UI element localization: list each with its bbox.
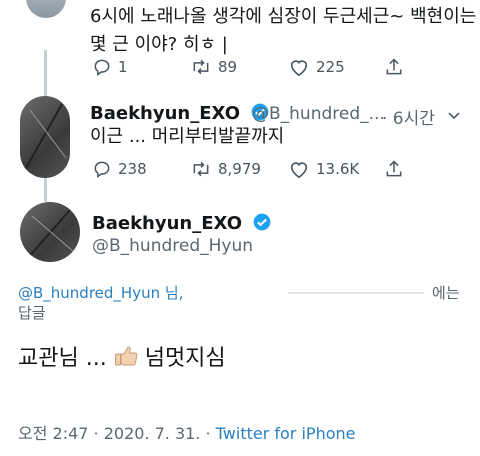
like-count: 13.6K (316, 160, 360, 178)
main-text-before: 교관님 ... (18, 346, 107, 371)
reply-button[interactable]: 1 (92, 57, 128, 77)
reply-button[interactable]: 238 (92, 159, 147, 179)
like-icon (290, 162, 308, 179)
main-handle[interactable]: @B_hundred_Hyun (92, 236, 253, 256)
reply-count: 1 (118, 58, 128, 76)
reply-to-link[interactable]: @B_hundred_Hyun 님, (18, 282, 183, 303)
timestamp: 오전 2:47 · 2020. 7. 31. · (18, 424, 216, 443)
share-icon (386, 160, 402, 177)
reply-count: 238 (118, 160, 147, 178)
like-button[interactable]: 13.6K (288, 159, 359, 179)
tweet-meta: 오전 2:47 · 2020. 7. 31. · Twitter for iPh… (18, 420, 355, 444)
retweet-icon (193, 59, 209, 75)
share-button[interactable] (384, 57, 404, 77)
tweet1-text-line2: 몇 근 이야? 히ㅎ | (90, 34, 228, 55)
thread-line-middle (44, 178, 47, 202)
avatar-image (27, 209, 75, 259)
main-display-name[interactable]: Baekhyun_EXO (92, 212, 272, 234)
share-icon (386, 58, 402, 75)
reply-label: 답글 (18, 304, 46, 322)
main-text-after: 넘멋지심 (144, 346, 226, 371)
retweet-icon (193, 161, 209, 177)
tweet2-time: · 6시간 (382, 109, 435, 129)
tweet1-text-line1: 6시에 노래나올 생각에 심장이 두근세근~ 백현이는 (90, 6, 477, 27)
thumbs-up-emoji (114, 346, 138, 366)
retweet-count: 89 (218, 58, 238, 76)
retweet-button[interactable]: 8,979 (190, 159, 261, 179)
main-tweet-text: 교관님 ... 넘멋지심 (18, 340, 226, 372)
like-count: 225 (316, 58, 345, 76)
tweet2-handle[interactable]: @B_hundred_... (252, 104, 385, 124)
reply-to-suffix: 에는 (432, 284, 460, 302)
verified-icon (254, 213, 271, 231)
source-link[interactable]: Twitter for iPhone (216, 424, 356, 443)
retweet-count: 8,979 (218, 160, 261, 178)
avatar-tweet1[interactable] (26, 0, 66, 18)
chevron-down-icon[interactable] (446, 108, 462, 124)
reply-icon (94, 161, 110, 178)
tweet1-actions: 1 89 225 (0, 56, 480, 78)
redacted-mention (288, 292, 424, 294)
tweet2-display-name[interactable]: Baekhyun_EXO (90, 102, 270, 124)
reply-icon (94, 59, 110, 76)
like-icon (290, 60, 308, 77)
tweet2-actions: 238 8,979 13.6K (0, 158, 480, 180)
like-button[interactable]: 225 (288, 57, 345, 77)
avatar-main[interactable] (20, 202, 80, 262)
retweet-button[interactable]: 89 (190, 57, 237, 77)
share-button[interactable] (384, 159, 404, 179)
tweet2-text: 이근 ... 머리부터발끝까지 (90, 126, 285, 147)
